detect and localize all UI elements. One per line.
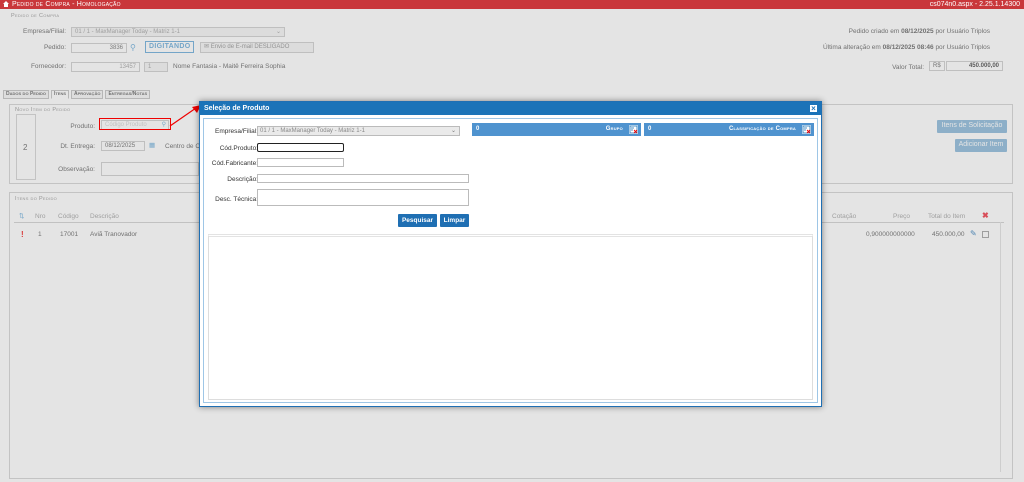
dialog-body: Empresa/Filial: 01 / 1 - MaxManager Toda… — [203, 118, 818, 403]
dialog-header: Seleção de Produto × — [200, 102, 821, 115]
m-codfabricante-input[interactable] — [257, 158, 344, 167]
m-empresa-value: 01 / 1 - MaxManager Today - Matriz 1-1 — [260, 128, 365, 134]
m-descricao-input[interactable] — [257, 174, 469, 183]
m-empresa-select[interactable]: 01 / 1 - MaxManager Today - Matriz 1-1 ⌄ — [257, 126, 460, 136]
m-desctecnica-label: Desc. Técnica: — [215, 196, 258, 203]
limpar-button[interactable]: Limpar — [440, 214, 469, 227]
chevron-down-icon: ⌄ — [450, 128, 456, 134]
clear-filter-icon[interactable] — [802, 125, 811, 134]
clear-filter-icon[interactable] — [629, 125, 638, 134]
selecao-produto-dialog: Seleção de Produto × Empresa/Filial: 01 … — [199, 101, 822, 407]
m-codproduto-label: Cód.Produto: — [219, 145, 258, 152]
m-descricao-label: Descrição: — [227, 176, 258, 183]
m-empresa-label: Empresa/Filial: — [215, 128, 258, 135]
dialog-title: Seleção de Produto — [204, 105, 270, 112]
m-desctecnica-textarea[interactable] — [257, 189, 469, 206]
classificacao-filter[interactable]: 0 Classificação de Compra — [644, 123, 814, 136]
grupo-label: Grupo — [605, 126, 623, 132]
app-title: Pedido de Compra - Homologação — [12, 1, 121, 8]
grupo-filter[interactable]: 0 Grupo — [472, 123, 641, 136]
close-icon[interactable]: × — [809, 104, 818, 113]
grupo-count: 0 — [476, 126, 480, 132]
m-codfabricante-label: Cód.Fabricante: — [211, 160, 258, 167]
title-bar: Pedido de Compra - Homologação cs074n0.a… — [0, 0, 1024, 9]
annotation-highlight — [99, 118, 171, 130]
results-area — [208, 234, 813, 400]
pesquisar-button[interactable]: Pesquisar — [398, 214, 437, 227]
home-icon[interactable] — [3, 1, 9, 7]
annotation-arrow — [169, 105, 201, 127]
classificacao-count: 0 — [648, 126, 652, 132]
m-codproduto-input[interactable] — [257, 143, 344, 152]
version-label: cs074n0.aspx - 2.25.1.14300 — [929, 1, 1020, 8]
classificacao-label: Classificação de Compra — [728, 126, 796, 132]
